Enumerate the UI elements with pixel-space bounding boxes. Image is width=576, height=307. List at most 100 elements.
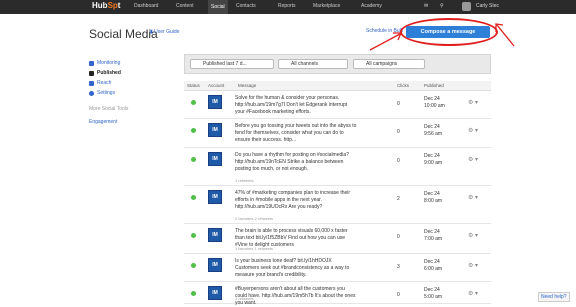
- row-gear-icon[interactable]: ⚙ ▾: [468, 232, 478, 239]
- clicks-count: 0: [397, 101, 400, 107]
- published-date: Dec 24 5:00 am: [424, 287, 442, 301]
- logo-text-c: t: [117, 1, 121, 10]
- status-dot: [191, 100, 196, 105]
- campaigns-select[interactable]: All campaigns: [353, 59, 425, 69]
- red-arrow-left: [369, 32, 402, 51]
- date-text: Dec 24: [424, 259, 440, 265]
- table-body: IM Solve for the human & consider your pe…: [184, 91, 491, 306]
- header-account[interactable]: Account: [208, 83, 224, 88]
- more-social-tools-heading: More Social Tools: [89, 106, 129, 112]
- published-messages-table: Status Account Message Clicks Published …: [184, 81, 491, 306]
- status-dot: [191, 157, 196, 162]
- published-date: Dec 24 7:00 am: [424, 229, 442, 243]
- table-row[interactable]: IM #Buyerpersons aren't about all the cus…: [184, 282, 491, 306]
- bar-chart-icon: [89, 80, 94, 86]
- clicks-count: 0: [397, 129, 400, 135]
- date-text: Dec 24: [424, 191, 440, 197]
- sidebar-label: Settings: [97, 90, 116, 96]
- table-row[interactable]: IM Is your business tone deaf? bit.ly/1hH…: [184, 254, 491, 282]
- hubspot-logo[interactable]: HubSpt: [92, 1, 120, 10]
- date-text: Dec 24: [424, 229, 440, 235]
- nav-marketplace[interactable]: Marketplace: [313, 3, 340, 9]
- message-text: 47% of #marketing companies plan to incr…: [235, 190, 351, 210]
- message-text: Solve for the human & consider your pers…: [235, 95, 348, 115]
- published-date: Dec 24 10:00 am: [424, 96, 445, 110]
- header-message[interactable]: Message: [238, 83, 256, 88]
- row-gear-icon[interactable]: ⚙ ▾: [468, 194, 478, 201]
- need-help-button[interactable]: Need help?: [538, 292, 570, 302]
- nav-content[interactable]: Content: [176, 3, 194, 9]
- header-clicks[interactable]: Clicks: [397, 83, 409, 88]
- sidebar-item-settings[interactable]: Settings: [89, 88, 128, 98]
- header-published[interactable]: Published: [424, 83, 444, 88]
- status-dot: [191, 263, 196, 268]
- time-text: 5:00 am: [424, 294, 443, 300]
- sidebar-item-monitoring[interactable]: Monitoring: [89, 58, 128, 68]
- nav-contacts[interactable]: Contacts: [236, 3, 256, 9]
- notifications-icon[interactable]: ✉: [424, 3, 428, 9]
- top-navigation-bar: HubSpt Dashboard Content Social Contacts…: [0, 0, 576, 14]
- message-stats: 1 retweets: [235, 178, 254, 183]
- table-row[interactable]: IM 47% of #marketing companies plan to in…: [184, 186, 491, 224]
- account-logo: IM: [208, 95, 222, 109]
- status-dot: [191, 291, 196, 296]
- row-gear-icon[interactable]: ⚙ ▾: [468, 262, 478, 269]
- select-label: Published last 7 d...: [203, 61, 247, 67]
- nav-academy[interactable]: Academy: [361, 3, 382, 9]
- time-text: 9:56 am: [424, 131, 443, 137]
- published-date: Dec 24 8:00 am: [424, 191, 442, 205]
- published-range-select[interactable]: Published last 7 d...: [190, 59, 274, 69]
- engagement-link[interactable]: Engagement: [89, 119, 128, 129]
- nav-social[interactable]: Social: [208, 0, 228, 14]
- row-gear-icon[interactable]: ⚙ ▾: [468, 127, 478, 134]
- page-title: Social Media: [89, 27, 158, 41]
- header-status[interactable]: Status: [187, 83, 200, 88]
- chat-bubble-icon: [89, 70, 94, 76]
- select-label: All channels: [291, 61, 318, 67]
- sidebar-item-reach[interactable]: Reach: [89, 78, 128, 88]
- published-date: Dec 24 6:00 am: [424, 259, 442, 273]
- select-label: All campaigns: [366, 61, 398, 67]
- sidebar-item-published[interactable]: Published: [89, 68, 128, 78]
- nav-dashboard[interactable]: Dashboard: [134, 3, 158, 9]
- logo-text-a: Hub: [92, 1, 108, 10]
- table-row[interactable]: IM Solve for the human & consider your pe…: [184, 91, 491, 119]
- red-arrow-right: [495, 23, 515, 47]
- channels-select[interactable]: All channels: [278, 59, 348, 69]
- clicks-count: 2: [397, 196, 400, 202]
- compose-message-button[interactable]: Compose a message: [406, 26, 490, 38]
- row-gear-icon[interactable]: ⚙ ▾: [468, 99, 478, 106]
- account-logo: IM: [208, 228, 222, 242]
- table-row[interactable]: IM The brain is able to process visuals 6…: [184, 224, 491, 254]
- row-gear-icon[interactable]: ⚙ ▾: [468, 156, 478, 163]
- clicks-count: 3: [397, 264, 400, 270]
- nav-reports[interactable]: Reports: [278, 3, 296, 9]
- user-guide-label: User Guide: [154, 29, 180, 35]
- time-text: 7:00 am: [424, 236, 443, 242]
- time-text: 6:00 am: [424, 266, 443, 272]
- gear-icon: [89, 90, 94, 96]
- account-logo: IM: [208, 152, 222, 166]
- clicks-count: 0: [397, 292, 400, 298]
- published-date: Dec 24 9:56 am: [424, 124, 442, 138]
- table-row[interactable]: IM Before you go tossing your tweets out …: [184, 119, 491, 148]
- table-header: Status Account Message Clicks Published: [184, 81, 491, 91]
- account-logo: IM: [208, 190, 222, 204]
- message-stats: 1 favorites 1 retweets: [235, 246, 274, 251]
- search-icon[interactable]: ⚲: [440, 3, 444, 9]
- status-dot: [191, 233, 196, 238]
- message-stats: 2 favorites 2 retweets: [235, 216, 274, 221]
- user-name[interactable]: Carly Stec: [476, 3, 499, 9]
- book-icon: ▮: [150, 29, 153, 35]
- logo-text-b: Sp: [107, 1, 118, 10]
- user-guide-link[interactable]: ▮ User Guide: [150, 29, 179, 35]
- date-text: Dec 24: [424, 287, 440, 293]
- time-text: 9:00 am: [424, 160, 443, 166]
- table-row[interactable]: IM Do you have a rhythm for posting on #s…: [184, 148, 491, 186]
- sidebar: Monitoring Published Reach Settings More…: [89, 58, 128, 129]
- status-dot: [191, 195, 196, 200]
- user-avatar[interactable]: [462, 2, 471, 11]
- date-text: Dec 24: [424, 124, 440, 130]
- row-gear-icon[interactable]: ⚙ ▾: [468, 290, 478, 297]
- sidebar-label: Monitoring: [97, 60, 121, 66]
